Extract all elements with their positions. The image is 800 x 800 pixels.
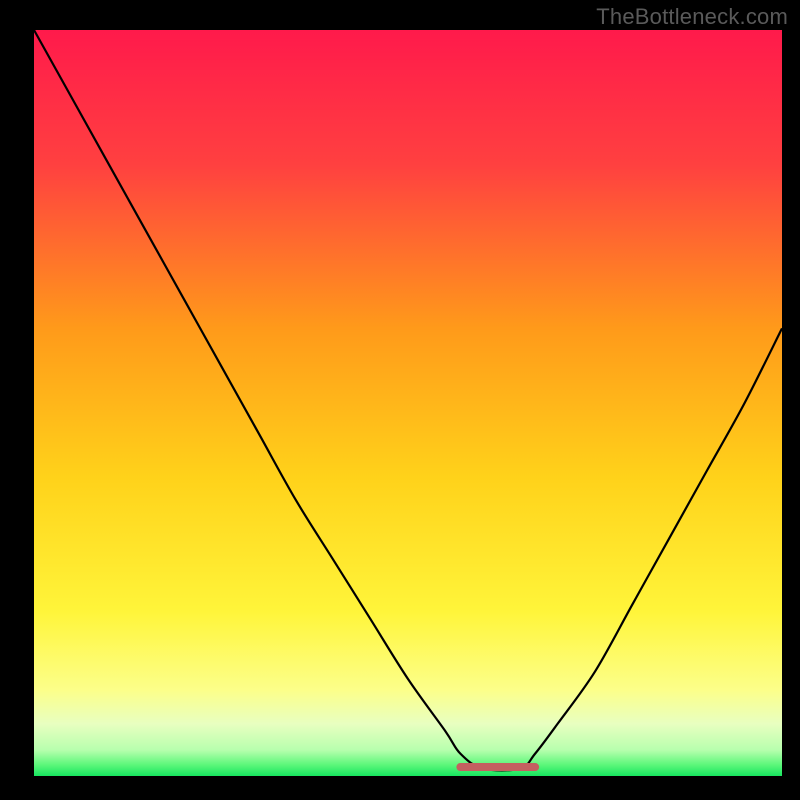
plot-area [34,30,782,776]
watermark-text: TheBottleneck.com [596,4,788,30]
bottleneck-chart [0,0,800,800]
chart-frame: TheBottleneck.com [0,0,800,800]
